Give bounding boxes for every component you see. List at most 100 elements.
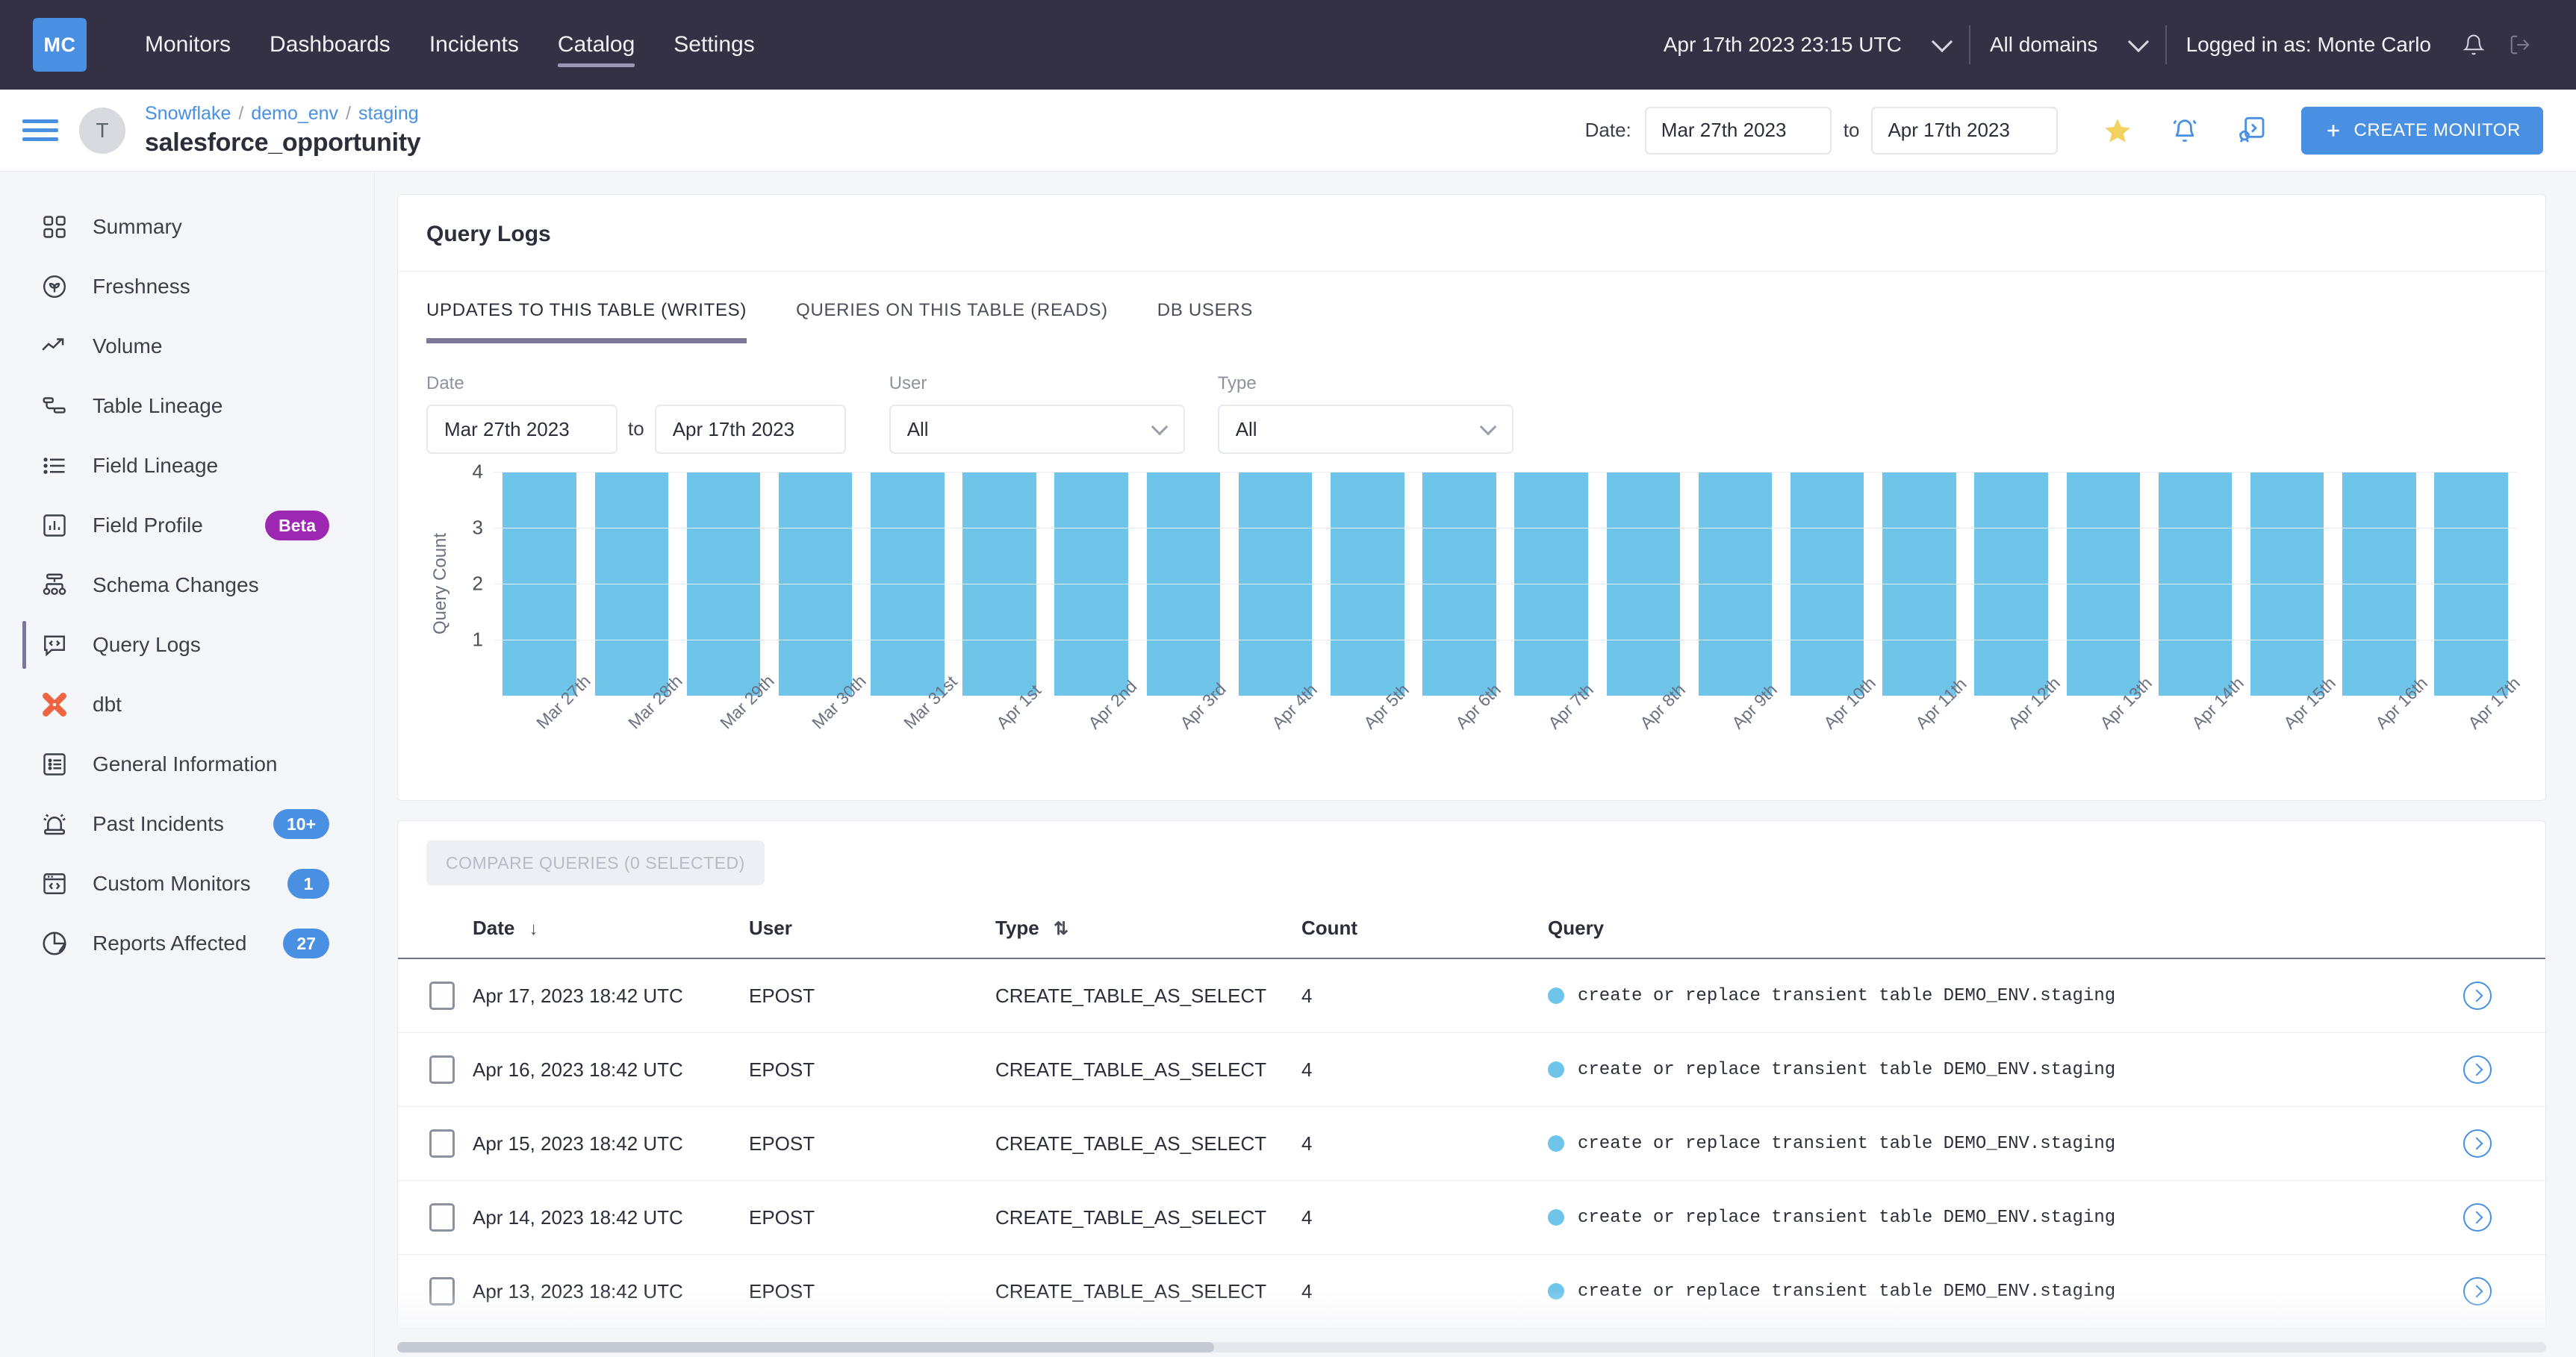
sidebar-item-reports-affected[interactable]: Reports Affected 27 bbox=[0, 914, 374, 973]
sidebar-item-field-lineage[interactable]: Field Lineage bbox=[0, 436, 374, 496]
compare-queries-button[interactable]: COMPARE QUERIES (0 SELECTED) bbox=[426, 840, 765, 885]
filter-row: Date to User All Type All bbox=[398, 343, 2545, 454]
query-count-chart: Query Count 1 2 3 4 Mar 27th Mar 28th Mar 29t… bbox=[398, 454, 2545, 800]
column-header-count[interactable]: Count bbox=[1301, 900, 1548, 959]
sidebar-toggle-icon[interactable] bbox=[22, 119, 58, 141]
chart-x-slot: Mar 30th bbox=[770, 671, 870, 785]
bell-icon[interactable] bbox=[2451, 33, 2497, 57]
sidebar-item-label: Freshness bbox=[93, 275, 190, 298]
sidebar-item-past-incidents[interactable]: Past Incidents 10+ bbox=[0, 794, 374, 854]
row-expand-icon[interactable] bbox=[2463, 1277, 2492, 1305]
grid-icon bbox=[37, 210, 72, 244]
row-expand-icon[interactable] bbox=[2463, 1203, 2492, 1232]
nav-link-monitors[interactable]: Monitors bbox=[125, 0, 250, 90]
table-body: Apr 17, 2023 18:42 UTC EPOST CREATE_TABLE_… bbox=[398, 958, 2545, 1329]
user-filter-value: All bbox=[906, 417, 929, 440]
type-filter-select[interactable]: All bbox=[1217, 405, 1513, 454]
row-expand-icon[interactable] bbox=[2463, 1055, 2492, 1084]
nav-link-dashboards[interactable]: Dashboards bbox=[250, 0, 410, 90]
table-row[interactable]: Apr 14, 2023 18:42 UTC EPOST CREATE_TABLE_… bbox=[398, 1180, 2545, 1255]
sidebar-item-summary[interactable]: Summary bbox=[0, 197, 374, 257]
user-filter-select[interactable]: All bbox=[889, 405, 1185, 454]
filter-date-from-input[interactable] bbox=[426, 405, 617, 454]
row-checkbox[interactable] bbox=[429, 1129, 455, 1158]
plus-icon bbox=[2327, 124, 2340, 137]
column-header-query-label: Query bbox=[1548, 917, 1605, 939]
cell-date: Apr 13, 2023 18:42 UTC bbox=[473, 1254, 749, 1329]
sort-desc-icon: ↓ bbox=[529, 919, 538, 939]
header-date-from-input[interactable] bbox=[1644, 106, 1832, 155]
breadcrumb-item-database[interactable]: demo_env bbox=[251, 103, 338, 125]
breadcrumb-separator: / bbox=[346, 103, 352, 124]
select-all-header bbox=[398, 900, 473, 959]
nav-link-catalog[interactable]: Catalog bbox=[538, 0, 654, 90]
filter-date-to-input[interactable] bbox=[654, 405, 846, 454]
breadcrumb: Snowflake / demo_env / staging bbox=[145, 103, 420, 125]
row-checkbox[interactable] bbox=[429, 1055, 455, 1084]
domain-selector[interactable]: All domains bbox=[1970, 31, 2165, 57]
sidebar-item-custom-monitors[interactable]: Custom Monitors 1 bbox=[0, 854, 374, 914]
table-row[interactable]: Apr 13, 2023 18:42 UTC EPOST CREATE_TABLE_… bbox=[398, 1254, 2545, 1329]
chart-x-axis: Mar 27th Mar 28th Mar 29th Mar 30th Mar 31st… bbox=[494, 671, 2524, 785]
cell-actions bbox=[2463, 1106, 2545, 1181]
row-checkbox[interactable] bbox=[429, 1203, 455, 1232]
date-to-group bbox=[654, 405, 846, 454]
report-incident-icon[interactable] bbox=[2225, 116, 2279, 146]
query-status-dot bbox=[1548, 988, 1564, 1004]
cell-query: create or replace transient table DEMO_E… bbox=[1548, 958, 2463, 1033]
user-label: Logged in as: Monte Carlo bbox=[2185, 33, 2431, 56]
siren-icon bbox=[37, 807, 72, 841]
table-row[interactable]: Apr 15, 2023 18:42 UTC EPOST CREATE_TABLE_… bbox=[398, 1106, 2545, 1181]
scrollbar-thumb[interactable] bbox=[397, 1342, 1214, 1353]
column-header-type[interactable]: Type ⇅ bbox=[995, 900, 1301, 959]
create-monitor-label: CREATE MONITOR bbox=[2353, 119, 2521, 140]
nav-link-incidents[interactable]: Incidents bbox=[410, 0, 538, 90]
column-header-user[interactable]: User bbox=[749, 900, 995, 959]
sidebar-item-field-profile[interactable]: Field Profile Beta bbox=[0, 496, 374, 555]
row-expand-icon[interactable] bbox=[2463, 982, 2492, 1010]
tab-db-users[interactable]: DB USERS bbox=[1157, 272, 1253, 343]
sidebar-item-label: Query Logs bbox=[93, 633, 201, 656]
list-bullet-icon bbox=[37, 449, 72, 483]
cell-type: CREATE_TABLE_AS_SELECT bbox=[995, 1106, 1301, 1181]
row-expand-icon[interactable] bbox=[2463, 1129, 2492, 1158]
column-header-query[interactable]: Query bbox=[1548, 900, 2463, 959]
row-select-cell bbox=[398, 1032, 473, 1107]
chart-x-slot: Apr 6th bbox=[1413, 680, 1505, 785]
create-monitor-button[interactable]: CREATE MONITOR bbox=[2301, 106, 2543, 155]
breadcrumb-item-schema[interactable]: staging bbox=[358, 103, 419, 125]
breadcrumb-item-warehouse[interactable]: Snowflake bbox=[145, 103, 231, 125]
timestamp-label: Apr 17th 2023 23:15 UTC bbox=[1663, 33, 1902, 56]
table-row[interactable]: Apr 17, 2023 18:42 UTC EPOST CREATE_TABLE_… bbox=[398, 958, 2545, 1033]
sidebar-item-volume[interactable]: Volume bbox=[0, 316, 374, 376]
sidebar-item-query-logs[interactable]: Query Logs bbox=[0, 615, 374, 675]
tab-updates-writes[interactable]: UPDATES TO THIS TABLE (WRITES) bbox=[426, 272, 747, 343]
chart-x-slot: Apr 9th bbox=[1689, 680, 1781, 785]
horizontal-scrollbar[interactable] bbox=[397, 1342, 2546, 1353]
timestamp-selector[interactable]: Apr 17th 2023 23:15 UTC bbox=[1644, 31, 1969, 57]
user-filter-group: User All bbox=[889, 373, 1185, 454]
compare-bar: COMPARE QUERIES (0 SELECTED) bbox=[398, 821, 2545, 900]
sidebar-item-general-information[interactable]: General Information bbox=[0, 734, 374, 794]
sidebar-item-schema-changes[interactable]: Schema Changes bbox=[0, 555, 374, 615]
chart-x-slot: Apr 7th bbox=[1505, 680, 1597, 785]
column-header-date[interactable]: Date ↓ bbox=[473, 900, 749, 959]
row-checkbox[interactable] bbox=[429, 982, 455, 1010]
query-text: create or replace transient table DEMO_E… bbox=[1578, 1133, 2116, 1154]
row-checkbox[interactable] bbox=[429, 1277, 455, 1305]
app-logo[interactable]: MC bbox=[33, 18, 87, 72]
table-head: Date ↓ User Type ⇅ Count Query bbox=[398, 900, 2545, 959]
date-range-to-label: to bbox=[1843, 119, 1860, 141]
bell-alert-icon[interactable] bbox=[2158, 116, 2212, 146]
nav-link-settings[interactable]: Settings bbox=[654, 0, 774, 90]
table-row[interactable]: Apr 16, 2023 18:42 UTC EPOST CREATE_TABLE_… bbox=[398, 1032, 2545, 1107]
logout-icon[interactable] bbox=[2497, 33, 2543, 57]
sidebar-item-freshness[interactable]: Freshness bbox=[0, 257, 374, 316]
header-date-to-input[interactable] bbox=[1871, 106, 2059, 155]
tab-queries-reads[interactable]: QUERIES ON THIS TABLE (READS) bbox=[796, 272, 1108, 343]
sidebar-item-dbt[interactable]: dbt bbox=[0, 675, 374, 734]
query-table-card: COMPARE QUERIES (0 SELECTED) Date ↓ User bbox=[397, 820, 2546, 1329]
star-icon[interactable] bbox=[2091, 116, 2144, 146]
sidebar-item-table-lineage[interactable]: Table Lineage bbox=[0, 376, 374, 436]
row-select-cell bbox=[398, 958, 473, 1033]
